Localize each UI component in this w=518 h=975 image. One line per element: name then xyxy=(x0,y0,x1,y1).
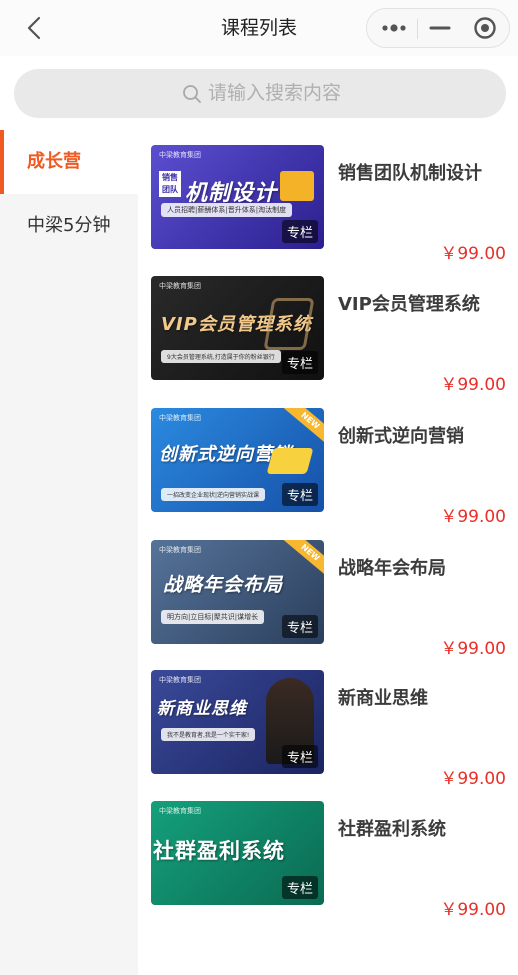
thumb-logo: 中梁教育集团 xyxy=(159,151,201,159)
course-price: ￥99.00 xyxy=(440,639,506,659)
course-thumbnail: 中梁教育集团 销售团队 机制设计 人员招聘|薪酬体系|晋升体系|淘汰制度 专栏 xyxy=(151,145,324,249)
course-title: 销售团队机制设计 xyxy=(338,163,482,184)
course-thumbnail: 中梁教育集团 NEW 战略年会布局 明方向|立目标|聚共识|谋增长 专栏 xyxy=(151,540,324,644)
thumb-logo: 中梁教育集团 xyxy=(159,807,201,815)
course-title: 战略年会布局 xyxy=(338,558,446,579)
course-price: ￥99.00 xyxy=(440,244,506,264)
column-tag: 专栏 xyxy=(281,351,318,374)
category-sidebar: 成长营 中梁5分钟 xyxy=(0,130,138,975)
search-input[interactable]: 请输入搜索内容 xyxy=(14,69,506,118)
course-thumbnail: 中梁教育集团 社群盈利系统 专栏 xyxy=(151,801,324,905)
course-item[interactable]: 中梁教育集团 VIP会员管理系统 9大会员管理系统,打造属于你的粉丝银行 专栏 … xyxy=(138,276,518,395)
sidebar-item-zhongliang-5min[interactable]: 中梁5分钟 xyxy=(0,194,138,258)
course-list: 中梁教育集团 销售团队 机制设计 人员招聘|薪酬体系|晋升体系|淘汰制度 专栏 … xyxy=(138,130,518,975)
course-thumbnail: 中梁教育集团 VIP会员管理系统 9大会员管理系统,打造属于你的粉丝银行 专栏 xyxy=(151,276,324,380)
thumb-subtitle: 我不是教育者,我是一个实干家! xyxy=(161,728,256,741)
course-price: ￥99.00 xyxy=(440,375,506,395)
mini-program-capsule xyxy=(366,8,510,48)
thumb-logo: 中梁教育集团 xyxy=(159,676,201,684)
thumb-logo: 中梁教育集团 xyxy=(159,546,201,554)
course-thumbnail: 中梁教育集团 NEW 创新式逆向营销 一招改变企业现状|逆向营销实战课 专栏 xyxy=(151,408,324,512)
course-item[interactable]: 中梁教育集团 销售团队 机制设计 人员招聘|薪酬体系|晋升体系|淘汰制度 专栏 … xyxy=(138,145,518,264)
course-title: 创新式逆向营销 xyxy=(338,426,464,447)
column-tag: 专栏 xyxy=(281,876,318,899)
column-tag: 专栏 xyxy=(281,220,318,243)
column-tag: 专栏 xyxy=(281,745,318,768)
minimize-icon[interactable] xyxy=(415,9,465,47)
gold-blocks-graphic xyxy=(280,171,314,201)
thumb-logo: 中梁教育集团 xyxy=(159,414,201,422)
thumb-subtitle: 一招改变企业现状|逆向营销实战课 xyxy=(161,488,266,501)
course-price: ￥99.00 xyxy=(440,900,506,920)
more-icon[interactable] xyxy=(371,9,421,47)
search-placeholder: 请输入搜索内容 xyxy=(208,82,342,104)
course-item[interactable]: 中梁教育集团 新商业思维 我不是教育者,我是一个实干家! 专栏 新商业思维 ￥9… xyxy=(138,670,518,789)
isometric-graphic xyxy=(266,448,314,474)
course-item[interactable]: 中梁教育集团 NEW 创新式逆向营销 一招改变企业现状|逆向营销实战课 专栏 创… xyxy=(138,408,518,527)
thumb-subtitle: 9大会员管理系统,打造属于你的粉丝银行 xyxy=(161,350,281,363)
thumb-title: 社群盈利系统 xyxy=(153,839,285,863)
navigation-bar: 课程列表 xyxy=(0,0,518,56)
course-item[interactable]: 中梁教育集团 NEW 战略年会布局 明方向|立目标|聚共识|谋增长 专栏 战略年… xyxy=(138,540,518,659)
course-title: 社群盈利系统 xyxy=(338,819,446,840)
search-icon xyxy=(182,84,202,104)
course-title: VIP会员管理系统 xyxy=(338,294,480,315)
thumb-title: 新商业思维 xyxy=(157,699,247,719)
thumb-subtitle: 明方向|立目标|聚共识|谋增长 xyxy=(161,610,265,624)
course-title: 新商业思维 xyxy=(338,688,428,709)
search-area: 请输入搜索内容 xyxy=(0,56,518,130)
thumb-title: 战略年会布局 xyxy=(163,574,284,596)
course-item[interactable]: 中梁教育集团 社群盈利系统 专栏 社群盈利系统 ￥99.00 xyxy=(138,801,518,920)
new-badge: NEW xyxy=(284,408,324,445)
sidebar-item-growth-camp[interactable]: 成长营 xyxy=(0,130,138,194)
course-thumbnail: 中梁教育集团 新商业思维 我不是教育者,我是一个实干家! 专栏 xyxy=(151,670,324,774)
column-tag: 专栏 xyxy=(281,483,318,506)
vip-card-graphic xyxy=(263,298,315,350)
course-price: ￥99.00 xyxy=(440,769,506,789)
thumb-subtitle: 人员招聘|薪酬体系|晋升体系|淘汰制度 xyxy=(161,203,293,217)
column-tag: 专栏 xyxy=(281,615,318,638)
thumb-badge: 销售团队 xyxy=(159,171,181,197)
thumb-logo: 中梁教育集团 xyxy=(159,282,201,290)
close-target-icon[interactable] xyxy=(461,9,511,47)
course-price: ￥99.00 xyxy=(440,507,506,527)
new-badge: NEW xyxy=(284,540,324,577)
